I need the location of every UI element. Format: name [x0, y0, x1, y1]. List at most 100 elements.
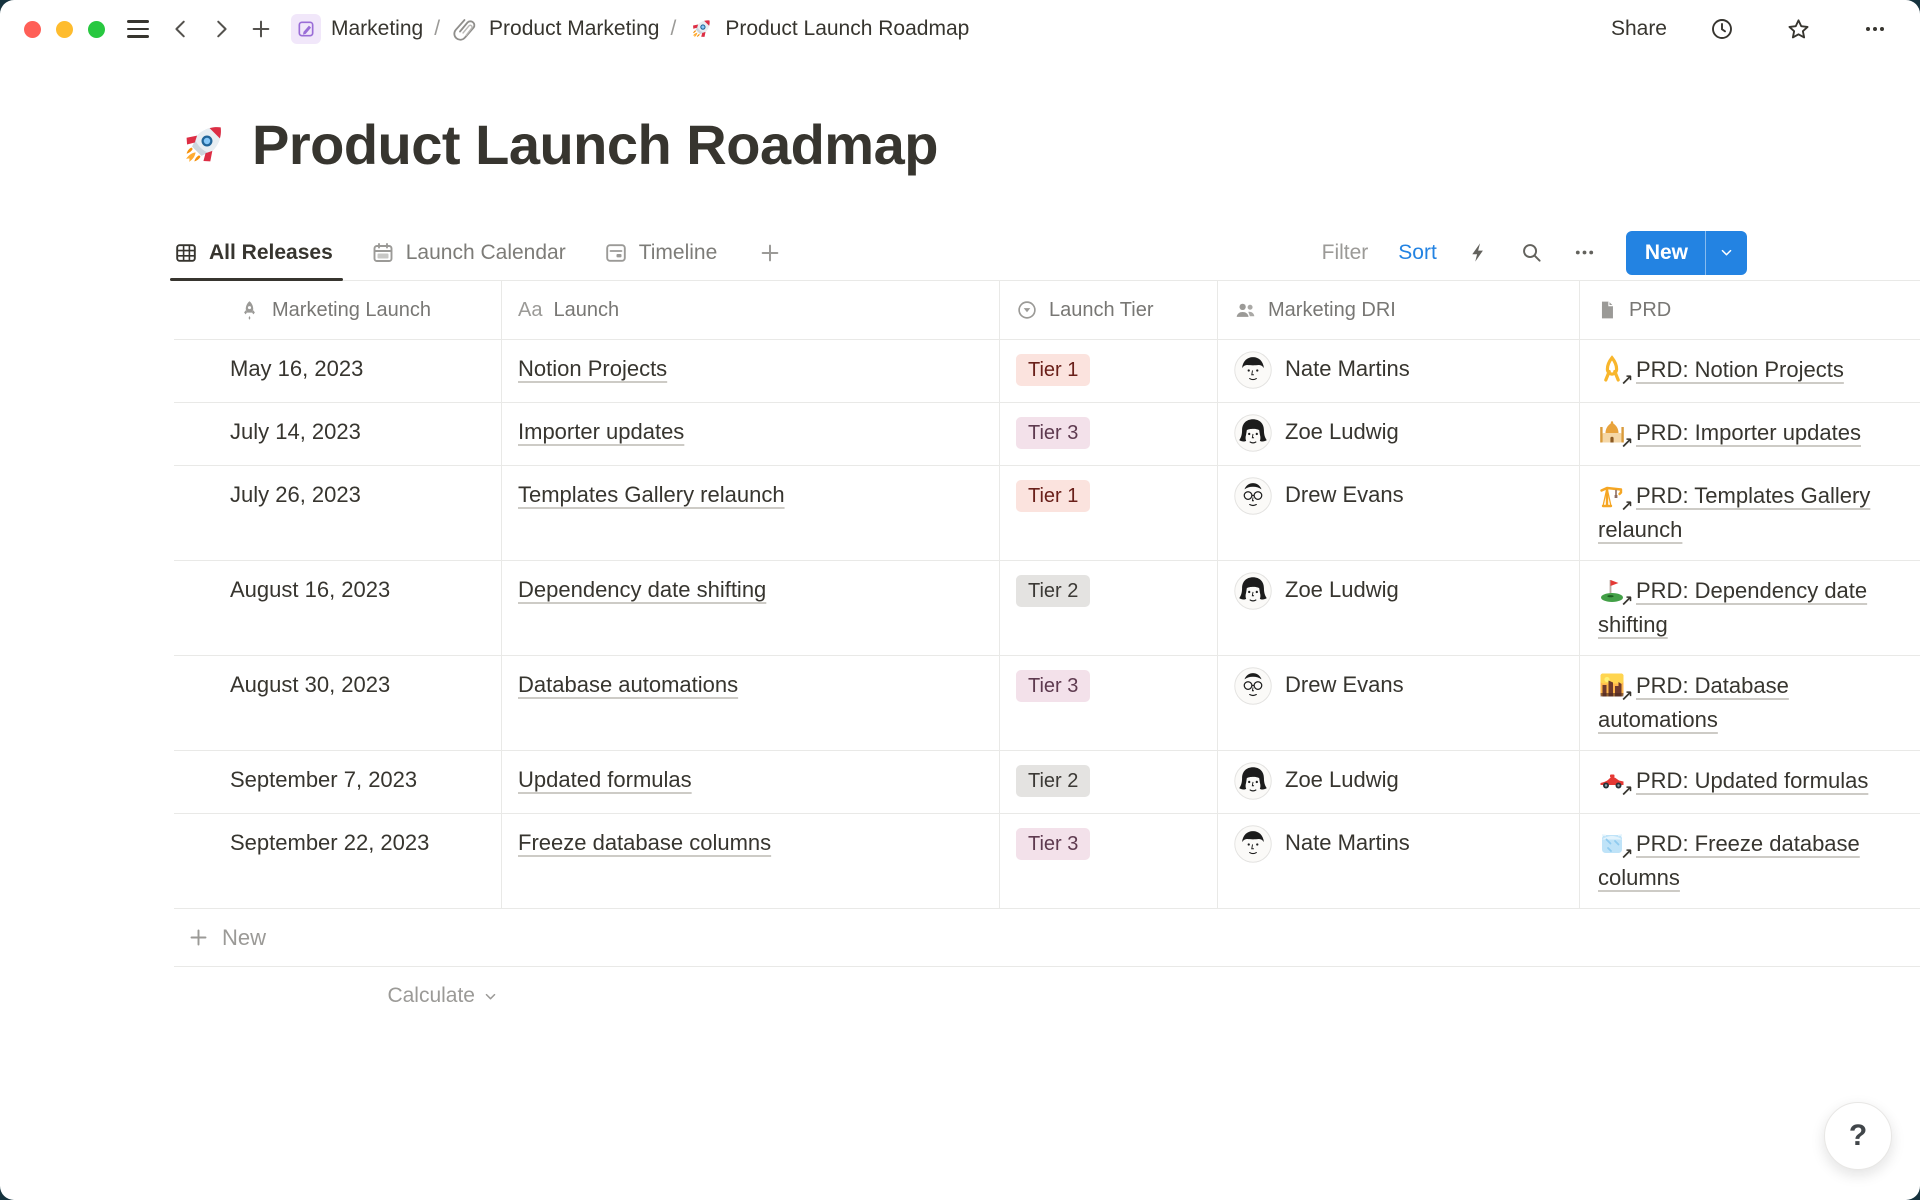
automations-bolt-icon[interactable]	[1467, 241, 1490, 264]
column-header-marketing-dri[interactable]: Marketing DRI	[1218, 281, 1580, 339]
cell-prd[interactable]: ↗PRD: Importer updates	[1580, 403, 1920, 465]
sort-button[interactable]: Sort	[1398, 241, 1437, 265]
column-header-launch[interactable]: Aa Launch	[502, 281, 1000, 339]
prd-page-link[interactable]: PRD: Freeze database columns	[1598, 831, 1860, 890]
cell-launch-tier[interactable]: Tier 2	[1000, 561, 1218, 655]
breadcrumb-item-product-launch-roadmap[interactable]: Product Launch Roadmap	[687, 15, 969, 43]
updates-clock-icon[interactable]	[1710, 17, 1734, 41]
timeline-icon	[604, 241, 628, 265]
add-view-icon[interactable]	[759, 242, 781, 264]
cell-launch[interactable]: Database automations	[502, 656, 1000, 750]
cell-marketing-dri[interactable]: Nate Martins	[1218, 814, 1580, 908]
close-window-button[interactable]	[24, 21, 41, 38]
cell-launch-tier[interactable]: Tier 3	[1000, 814, 1218, 908]
help-button[interactable]: ?	[1824, 1102, 1892, 1170]
cell-marketing-dri[interactable]: Zoe Ludwig	[1218, 403, 1580, 465]
column-header-marketing-launch[interactable]: Marketing Launch	[174, 281, 502, 339]
cell-launch[interactable]: Dependency date shifting	[502, 561, 1000, 655]
page-rocket-emoji[interactable]	[174, 116, 232, 174]
cell-prd[interactable]: ↗PRD: Updated formulas	[1580, 751, 1920, 813]
tab-label: Launch Calendar	[406, 241, 566, 265]
column-header-prd[interactable]: PRD	[1580, 281, 1920, 339]
launch-page-link[interactable]: Importer updates	[518, 419, 684, 444]
cell-launch-tier[interactable]: Tier 1	[1000, 466, 1218, 560]
nav-forward-icon[interactable]	[210, 18, 232, 40]
cell-launch-tier[interactable]: Tier 3	[1000, 403, 1218, 465]
column-header-launch-tier[interactable]: Launch Tier	[1000, 281, 1218, 339]
cell-marketing-launch[interactable]: August 30, 2023	[174, 656, 502, 750]
filter-button[interactable]: Filter	[1322, 241, 1369, 265]
page-title: Product Launch Roadmap	[252, 112, 938, 177]
breadcrumb-item-product-marketing[interactable]: Product Marketing	[451, 15, 659, 43]
cell-launch-tier[interactable]: Tier 3	[1000, 656, 1218, 750]
prd-page-emoji: ↗	[1598, 355, 1626, 383]
launch-page-link[interactable]: Updated formulas	[518, 767, 692, 792]
cell-marketing-launch[interactable]: September 22, 2023	[174, 814, 502, 908]
page-mention-arrow-icon: ↗	[1620, 436, 1633, 451]
cell-launch[interactable]: Notion Projects	[502, 340, 1000, 402]
tab-timeline[interactable]: Timeline	[604, 225, 718, 280]
avatar	[1234, 351, 1272, 389]
cell-prd[interactable]: ↗ PRD: Notion Projects	[1580, 340, 1920, 402]
tab-all-releases[interactable]: All Releases	[174, 225, 333, 280]
avatar	[1234, 414, 1272, 452]
prd-page-link[interactable]: PRD: Updated formulas	[1636, 768, 1868, 793]
cell-launch[interactable]: Importer updates	[502, 403, 1000, 465]
cell-marketing-dri[interactable]: Zoe Ludwig	[1218, 751, 1580, 813]
launch-page-link[interactable]: Notion Projects	[518, 356, 667, 381]
cell-prd[interactable]: ↗PRD: Database automations	[1580, 656, 1920, 750]
prd-page-link[interactable]: PRD: Importer updates	[1636, 420, 1861, 445]
launch-date: July 14, 2023	[230, 419, 361, 444]
prd-page-emoji: ↗	[1598, 829, 1626, 857]
cell-marketing-dri[interactable]: Drew Evans	[1218, 466, 1580, 560]
sidebar-toggle-icon[interactable]	[127, 20, 149, 37]
tab-launch-calendar[interactable]: Launch Calendar	[371, 225, 566, 280]
launch-page-link[interactable]: Templates Gallery relaunch	[518, 482, 785, 507]
launch-page-link[interactable]: Freeze database columns	[518, 830, 771, 855]
breadcrumb-label: Marketing	[331, 17, 423, 41]
cell-prd[interactable]: ↗PRD: Dependency date shifting	[1580, 561, 1920, 655]
table-row: August 30, 2023 Database automations Tie…	[174, 656, 1920, 751]
cell-prd[interactable]: ↗PRD: Freeze database columns	[1580, 814, 1920, 908]
cell-launch-tier[interactable]: Tier 2	[1000, 751, 1218, 813]
cell-marketing-launch[interactable]: September 7, 2023	[174, 751, 502, 813]
cell-marketing-launch[interactable]: August 16, 2023	[174, 561, 502, 655]
new-button-label[interactable]: New	[1626, 231, 1705, 275]
prd-page-link[interactable]: PRD: Dependency date shifting	[1598, 578, 1867, 637]
search-icon[interactable]	[1520, 241, 1543, 264]
launch-page-link[interactable]: Database automations	[518, 672, 738, 697]
avatar	[1234, 667, 1272, 705]
table-row: August 16, 2023 Dependency date shifting…	[174, 561, 1920, 656]
cell-marketing-launch[interactable]: July 14, 2023	[174, 403, 502, 465]
launch-page-link[interactable]: Dependency date shifting	[518, 577, 766, 602]
zoom-window-button[interactable]	[88, 21, 105, 38]
cell-launch[interactable]: Freeze database columns	[502, 814, 1000, 908]
new-row-button[interactable]: New	[174, 909, 1920, 967]
new-dropdown-chevron-icon[interactable]	[1706, 231, 1747, 275]
cell-marketing-dri[interactable]: Nate Martins	[1218, 340, 1580, 402]
favorite-star-icon[interactable]	[1786, 17, 1811, 42]
more-options-icon[interactable]	[1863, 17, 1887, 41]
cell-marketing-launch[interactable]: May 16, 2023	[174, 340, 502, 402]
breadcrumb-separator: /	[434, 17, 440, 41]
tier-badge: Tier 2	[1016, 765, 1090, 797]
view-more-icon[interactable]	[1573, 241, 1596, 264]
topbar-actions: Share	[1611, 17, 1896, 42]
new-tab-icon[interactable]	[250, 18, 272, 40]
calculate-button[interactable]: Calculate	[174, 967, 502, 1025]
prd-page-link[interactable]: PRD: Templates Gallery relaunch	[1598, 483, 1870, 542]
share-button[interactable]: Share	[1611, 17, 1667, 41]
cell-prd[interactable]: ↗PRD: Templates Gallery relaunch	[1580, 466, 1920, 560]
breadcrumb-item-marketing[interactable]: Marketing	[291, 14, 423, 44]
minimize-window-button[interactable]	[56, 21, 73, 38]
cell-launch[interactable]: Templates Gallery relaunch	[502, 466, 1000, 560]
cell-launch[interactable]: Updated formulas	[502, 751, 1000, 813]
new-button[interactable]: New	[1626, 231, 1747, 275]
cell-marketing-dri[interactable]: Zoe Ludwig	[1218, 561, 1580, 655]
cell-launch-tier[interactable]: Tier 1	[1000, 340, 1218, 402]
cell-marketing-launch[interactable]: July 26, 2023	[174, 466, 502, 560]
prd-page-link[interactable]: PRD: Notion Projects	[1636, 357, 1844, 382]
nav-back-icon[interactable]	[170, 18, 192, 40]
breadcrumb-label: Product Launch Roadmap	[725, 17, 969, 41]
cell-marketing-dri[interactable]: Drew Evans	[1218, 656, 1580, 750]
